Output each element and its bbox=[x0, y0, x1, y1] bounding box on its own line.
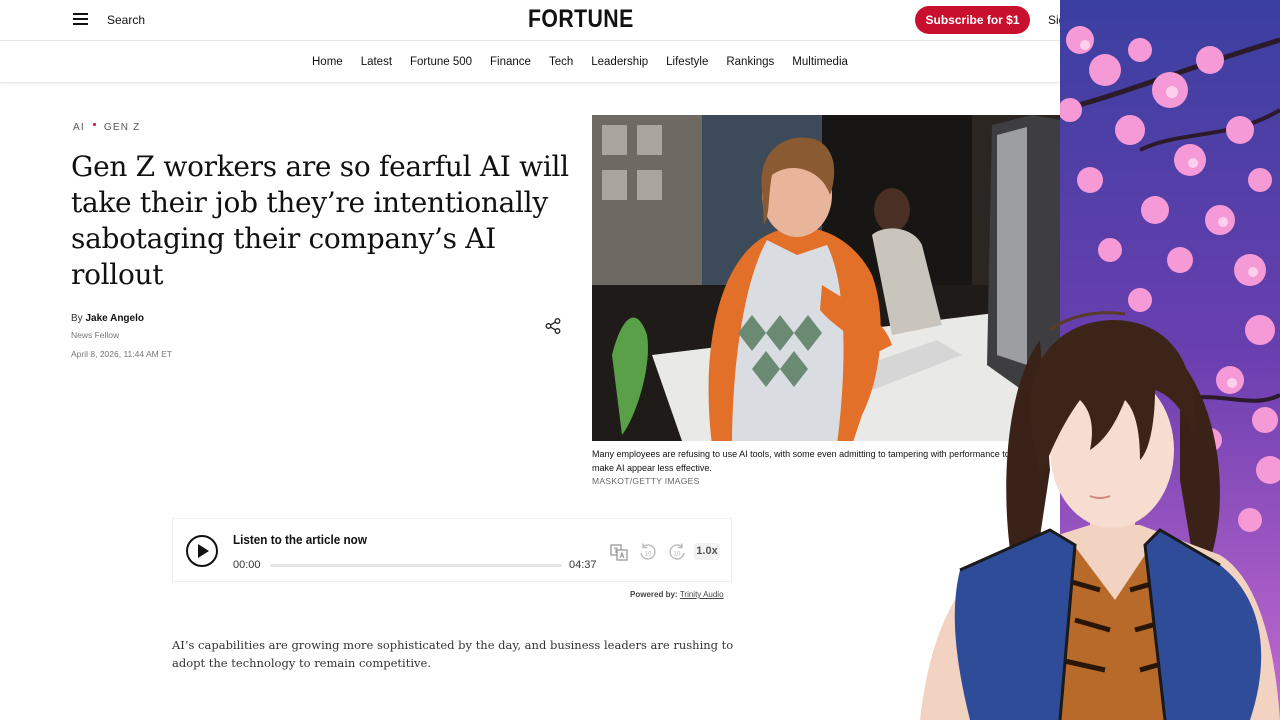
hamburger-menu-icon[interactable] bbox=[73, 13, 88, 25]
article-tags: AI GEN Z bbox=[73, 122, 140, 133]
sign-in-link[interactable]: Sign In bbox=[1048, 13, 1060, 27]
fortune-logo[interactable]: FORTUNE bbox=[528, 5, 634, 34]
tag-separator bbox=[92, 123, 96, 126]
nav-item-fortune-500[interactable]: Fortune 500 bbox=[410, 56, 472, 68]
svg-text:10: 10 bbox=[674, 552, 681, 558]
current-time: 00:00 bbox=[233, 559, 261, 571]
total-time: 04:37 bbox=[569, 559, 597, 571]
rewind-10-icon[interactable]: 10 bbox=[638, 542, 658, 562]
playback-speed-button[interactable]: 1.0x bbox=[694, 543, 720, 560]
player-title: Listen to the article now bbox=[233, 532, 367, 547]
byline: By Jake Angelo bbox=[71, 313, 144, 324]
powered-by: Powered by: Trinity Audio bbox=[630, 590, 724, 599]
hero-image bbox=[592, 115, 1060, 441]
nav-item-lifestyle[interactable]: Lifestyle bbox=[666, 56, 708, 68]
translate-icon[interactable] bbox=[609, 542, 629, 562]
publish-date: April 8, 2026, 11:44 AM ET bbox=[71, 349, 172, 359]
article-headline: Gen Z workers are so fearful AI will tak… bbox=[71, 150, 569, 291]
author-link[interactable]: Jake Angelo bbox=[85, 313, 144, 324]
article-body-paragraph: AI’s capabilities are growing more sophi… bbox=[172, 638, 734, 670]
cherry-blossom-illustration bbox=[1060, 0, 1280, 720]
nav-item-tech[interactable]: Tech bbox=[549, 56, 573, 68]
nav-item-rankings[interactable]: Rankings bbox=[726, 56, 774, 68]
play-button[interactable] bbox=[186, 535, 218, 567]
image-credit: MASKOT/GETTY IMAGES bbox=[592, 476, 700, 486]
audio-player: Listen to the article now 00:00 04:37 10… bbox=[172, 518, 732, 582]
hero-photo-illustration bbox=[592, 115, 1060, 441]
progress-bar[interactable] bbox=[270, 564, 562, 567]
nav-item-leadership[interactable]: Leadership bbox=[591, 56, 648, 68]
tag-ai[interactable]: AI bbox=[73, 122, 85, 133]
nav-item-latest[interactable]: Latest bbox=[361, 56, 392, 68]
forward-10-icon[interactable]: 10 bbox=[667, 542, 687, 562]
nav-item-finance[interactable]: Finance bbox=[490, 56, 531, 68]
byline-prefix: By bbox=[71, 313, 83, 324]
nav-list: Home Latest Fortune 500 Finance Tech Lea… bbox=[312, 56, 848, 68]
image-caption: Many employees are refusing to use AI to… bbox=[592, 449, 1010, 473]
svg-text:10: 10 bbox=[645, 552, 652, 558]
stream-overlay-background bbox=[1060, 0, 1280, 720]
nav-item-multimedia[interactable]: Multimedia bbox=[792, 56, 848, 68]
share-icon[interactable] bbox=[544, 317, 562, 335]
author-role: News Fellow bbox=[71, 330, 120, 340]
subscribe-button[interactable]: Subscribe for $1 bbox=[915, 6, 1030, 34]
search-link[interactable]: Search bbox=[107, 13, 145, 27]
tag-gen-z[interactable]: GEN Z bbox=[104, 122, 141, 133]
site-header: Search FORTUNE Subscribe for $1 Sign In bbox=[0, 0, 1060, 41]
nav-item-home[interactable]: Home bbox=[312, 56, 343, 68]
trinity-audio-link[interactable]: Trinity Audio bbox=[680, 590, 724, 599]
powered-by-prefix: Powered by: bbox=[630, 590, 678, 599]
main-nav: Home Latest Fortune 500 Finance Tech Lea… bbox=[0, 41, 1060, 83]
